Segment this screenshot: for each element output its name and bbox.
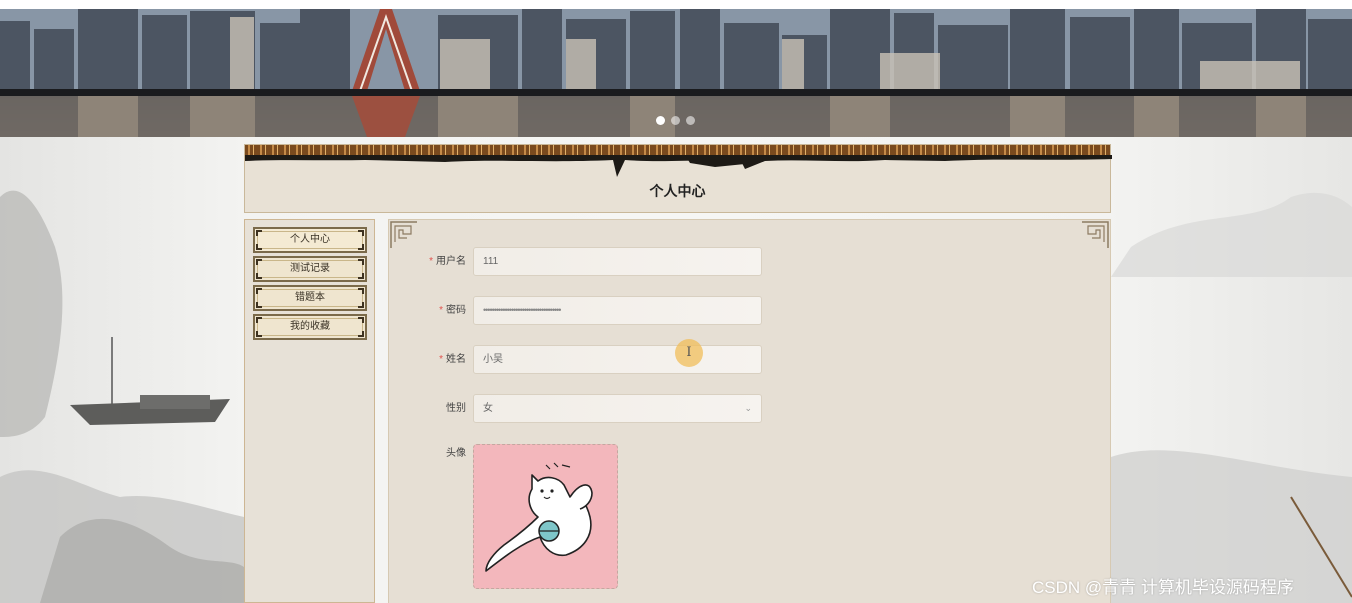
carousel-dot-2[interactable] [671, 116, 680, 125]
page-title: 个人中心 [649, 183, 706, 199]
sidebar-item-label: 个人中心 [290, 234, 330, 245]
text-cursor-icon: I [675, 339, 703, 367]
banner-carousel[interactable] [0, 0, 1352, 137]
carousel-dot-3[interactable] [686, 116, 695, 125]
sidebar-item-label: 我的收藏 [290, 321, 330, 332]
frame-corner-icon [358, 244, 364, 250]
sidebar-item-label: 测试记录 [290, 263, 330, 274]
frame-corner-icon [358, 259, 364, 265]
carousel-indicators [656, 116, 695, 125]
frame-corner-icon [256, 288, 262, 294]
header-border-pattern [245, 145, 1110, 155]
required-star-icon: * [439, 354, 443, 365]
corner-ornament-icon [1082, 221, 1109, 248]
frame-corner-icon [358, 331, 364, 337]
gender-select[interactable]: 女 ⌄ [473, 394, 762, 423]
ink-drip-decoration [245, 155, 1112, 177]
chevron-down-icon: ⌄ [744, 403, 752, 413]
sidebar-item-favorites[interactable]: 我的收藏 [253, 314, 367, 340]
frame-corner-icon [358, 230, 364, 236]
carousel-dot-1[interactable] [656, 116, 665, 125]
password-label: * 密码 [439, 305, 466, 316]
username-input[interactable]: 111 [473, 247, 762, 276]
frame-corner-icon [256, 331, 262, 337]
frame-corner-icon [256, 244, 262, 250]
sidebar: 个人中心 测试记录 错题本 我的收藏 [244, 219, 375, 603]
watermark-text: CSDN @青青 计算机毕设源码程序 [1032, 578, 1294, 597]
ink-wash-right-decoration [1111, 192, 1352, 603]
sidebar-menu: 个人中心 测试记录 错题本 我的收藏 [253, 227, 367, 343]
required-star-icon: * [429, 256, 433, 267]
frame-corner-icon [358, 273, 364, 279]
avatar-upload[interactable] [473, 444, 618, 589]
sidebar-item-test-records[interactable]: 测试记录 [253, 256, 367, 282]
frame-corner-icon [256, 317, 262, 323]
name-label: * 姓名 [439, 354, 466, 365]
frame-corner-icon [256, 302, 262, 308]
password-input[interactable]: •••••••••••••••••••••••••••••••••••• [473, 296, 762, 325]
frame-corner-icon [358, 317, 364, 323]
page-header-panel: 个人中心 [244, 144, 1112, 213]
frame-corner-icon [358, 288, 364, 294]
frame-corner-icon [358, 302, 364, 308]
frame-corner-icon [256, 230, 262, 236]
sidebar-item-wrong-questions[interactable]: 错题本 [253, 285, 367, 311]
profile-form-panel: * 用户名 111 * 密码 •••••••••••••••••••••••••••… [388, 219, 1111, 603]
banner-top-strip [0, 0, 1352, 9]
required-star-icon: * [439, 305, 443, 316]
gender-select-value: 女 [483, 403, 493, 414]
username-label: * 用户名 [429, 256, 466, 267]
frame-corner-icon [256, 273, 262, 279]
corner-ornament-icon [390, 221, 417, 248]
name-input[interactable]: 小吴 [473, 345, 762, 374]
cat-avatar-image [485, 462, 593, 572]
avatar-label: 头像 [446, 448, 466, 459]
frame-corner-icon [256, 259, 262, 265]
sidebar-item-label: 错题本 [295, 292, 325, 303]
gender-label: 性别 [446, 403, 466, 414]
sidebar-item-profile[interactable]: 个人中心 [253, 227, 367, 253]
ink-wash-left-decoration [0, 190, 244, 603]
